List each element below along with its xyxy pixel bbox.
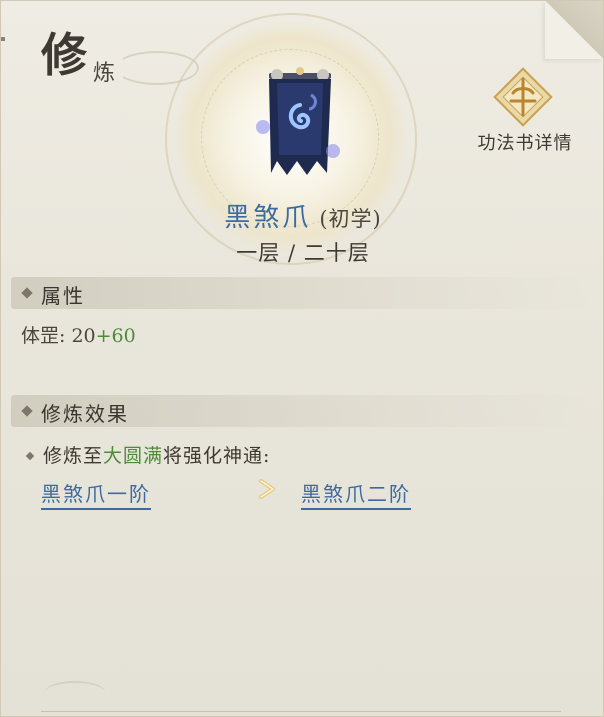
effect-prefix: 修炼至	[43, 445, 104, 467]
corner-dot	[1, 37, 5, 41]
skill-name: 黑煞爪	[224, 203, 312, 233]
chevron-right-icon	[259, 479, 275, 499]
effect-highlight: 大圆满	[103, 445, 164, 467]
stat-row: 体罡: 20+60	[21, 321, 136, 348]
dark-banner-icon[interactable]	[249, 65, 349, 185]
stat-base-value: 20	[71, 325, 96, 347]
panel-title: 修 炼	[35, 15, 199, 86]
attributes-section-header: 属性	[11, 277, 591, 309]
stat-bonus-value: +60	[95, 325, 136, 347]
diamond-bullet-icon	[21, 287, 33, 299]
effect-description: 修炼至大圆满将强化神通:	[25, 441, 270, 468]
calligraphy-watermark	[323, 261, 563, 661]
stat-label: 体罡:	[21, 325, 66, 347]
effects-heading: 修炼效果	[41, 402, 129, 426]
golden-emblem-icon	[493, 67, 553, 127]
from-skill-link[interactable]: 黑煞爪一阶	[41, 478, 151, 510]
details-label: 功法书详情	[477, 133, 573, 154]
to-skill-link[interactable]: 黑煞爪二阶	[301, 478, 411, 510]
bullet-icon	[25, 451, 35, 461]
title-sub-char: 炼	[93, 61, 116, 86]
title-main-char: 修	[41, 28, 89, 82]
effects-section-header: 修炼效果	[11, 395, 591, 427]
attributes-heading: 属性	[41, 284, 85, 308]
page-fold-corner	[545, 1, 603, 59]
cultivation-panel: 修 炼 功法书详情 黑煞爪 (初学) 一层 / 二十层 属性 体罡: 20+60	[0, 0, 604, 717]
technique-book-details-button[interactable]: 功法书详情	[467, 63, 583, 163]
skill-name-line: 黑煞爪 (初学)	[1, 197, 603, 234]
bottom-divider	[41, 711, 561, 712]
diamond-bullet-icon	[21, 405, 33, 417]
skill-rank-tag: (初学)	[319, 207, 382, 231]
skill-level: 一层 / 二十层	[236, 241, 370, 265]
effect-suffix: 将强化神通:	[163, 445, 271, 467]
ink-fish-ornament	[45, 681, 105, 703]
